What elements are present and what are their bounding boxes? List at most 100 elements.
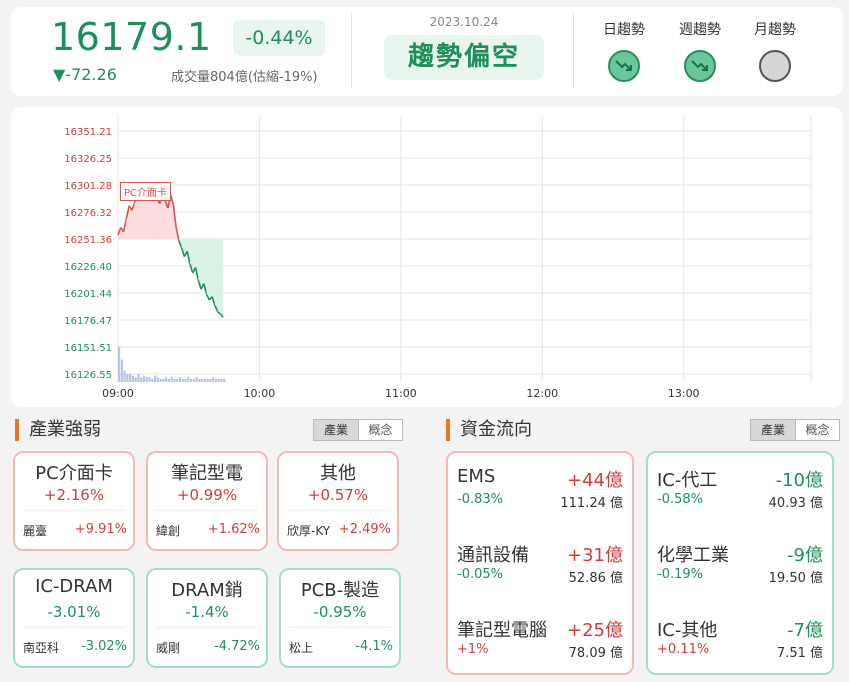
chart-annotation: PC介面卡 xyxy=(120,182,172,201)
monthly-trend-label: 月趨勢 xyxy=(754,22,796,38)
volume-bar xyxy=(165,377,168,382)
volume-bar xyxy=(142,375,146,382)
volume-bar xyxy=(190,378,193,382)
fund-pct: +1% xyxy=(457,642,489,657)
divider xyxy=(287,510,389,511)
volume-bar xyxy=(126,374,129,382)
leading-stock-name: 麗臺 xyxy=(23,524,48,538)
weekly-trend[interactable]: 週趨勢 xyxy=(670,19,730,82)
fund-amount: +25億 xyxy=(567,620,623,641)
volume-bar xyxy=(154,375,157,382)
volume-bar xyxy=(217,378,220,382)
volume-bar xyxy=(137,374,140,382)
fund-industry-name: IC-其他 xyxy=(657,620,718,641)
volume-bar xyxy=(162,378,165,382)
industry-card[interactable]: 其他 +0.57% 欣厚-KY +2.49% xyxy=(277,451,399,551)
fund-row[interactable]: IC-其他 -7億 +0.11% 7.51 億 xyxy=(648,616,832,676)
leading-stock-name: 南亞科 xyxy=(23,641,60,655)
y-tick-label: 16251.36 xyxy=(64,235,112,246)
fund-pct: -0.05% xyxy=(457,567,503,582)
price-area xyxy=(148,195,152,240)
fund-turnover: 52.86 億 xyxy=(568,571,623,586)
price-area xyxy=(162,197,166,240)
industry-tabs: 產業 概念 xyxy=(313,419,403,441)
neutral-circle-icon xyxy=(759,50,791,82)
industry-card[interactable]: IC-DRAM -3.01% 南亞科 -3.02% xyxy=(13,568,135,668)
volume-bar xyxy=(203,378,207,382)
volume-bar xyxy=(209,378,212,382)
price-area xyxy=(220,239,224,318)
industry-card[interactable]: PC介面卡 +2.16% 麗臺 +9.91% xyxy=(13,451,135,551)
volume-bar xyxy=(118,346,121,382)
x-tick-label: 10:00 xyxy=(244,387,276,400)
fund-amount: +44億 xyxy=(567,470,623,491)
y-tick-label: 16351.21 xyxy=(64,127,112,138)
industry-pct: +0.99% xyxy=(176,486,238,504)
divider xyxy=(156,510,258,511)
volume-bar xyxy=(151,378,154,382)
fund-inflow-panel: EMS +44億 -0.83% 111.24 億 通訊設備 +31億 -0.05… xyxy=(446,451,634,675)
leading-stock-pct: +9.91% xyxy=(74,522,127,537)
trade-volume: 成交量804億(估縮-19%) xyxy=(171,70,318,85)
volume-bar xyxy=(123,370,126,382)
fund-tabs: 產業 概念 xyxy=(750,419,840,441)
tab-industry[interactable]: 產業 xyxy=(314,420,358,440)
fund-pct: -0.19% xyxy=(657,567,703,582)
leading-stock-name: 松上 xyxy=(289,641,314,655)
fund-turnover: 111.24 億 xyxy=(560,496,623,511)
fund-row[interactable]: 通訊設備 +31億 -0.05% 52.86 億 xyxy=(448,541,632,601)
volume-bar xyxy=(198,378,201,382)
volume-bar xyxy=(212,377,215,382)
divider xyxy=(23,510,125,511)
intraday-chart[interactable]: 16351.21 16326.25 16301.28 16276.32 16251.36… xyxy=(11,107,843,407)
tab-industry[interactable]: 產業 xyxy=(751,420,795,440)
leading-stock-pct: -4.1% xyxy=(355,639,393,654)
price-area xyxy=(212,239,215,306)
volume-bar xyxy=(176,378,179,382)
volume-bar xyxy=(173,378,176,382)
x-tick-label: 11:00 xyxy=(385,387,417,400)
trend-label: 趨勢偏空 xyxy=(384,35,544,80)
industry-name: PCB-製造 xyxy=(300,580,380,601)
industry-card[interactable]: 筆記型電 +0.99% 緯創 +1.62% xyxy=(146,451,268,551)
leading-stock-pct: -4.72% xyxy=(214,639,260,654)
volume-bar xyxy=(140,377,143,382)
volume-bar xyxy=(145,377,148,382)
fund-pct: +0.11% xyxy=(657,642,710,657)
industry-card[interactable]: PCB-製造 -0.95% 松上 -4.1% xyxy=(279,568,401,668)
leading-stock-name: 威剛 xyxy=(156,641,181,655)
price-area xyxy=(214,239,218,312)
y-tick-label: 16176.47 xyxy=(64,316,112,327)
divider xyxy=(289,627,391,628)
fund-industry-name: IC-代工 xyxy=(657,470,718,491)
volume-bar xyxy=(195,377,198,382)
monthly-trend[interactable]: 月趨勢 xyxy=(745,19,805,82)
tab-concept[interactable]: 概念 xyxy=(358,420,402,440)
fund-amount: -7億 xyxy=(787,620,823,641)
daily-trend[interactable]: 日趨勢 xyxy=(594,19,654,82)
industry-card[interactable]: DRAM銷 -1.4% 威剛 -4.72% xyxy=(146,568,268,668)
industry-pct: -3.01% xyxy=(47,603,101,621)
fund-row[interactable]: 筆記型電腦 +25億 +1% 78.09 億 xyxy=(448,616,632,676)
industry-strength-title: 產業強弱 xyxy=(15,419,101,441)
industry-name: 其他 xyxy=(320,463,356,484)
fund-amount: -10億 xyxy=(775,470,823,491)
price-area xyxy=(145,195,149,240)
fund-row[interactable]: IC-代工 -10億 -0.58% 40.93 億 xyxy=(648,466,832,526)
leading-stock-name: 欣厚-KY xyxy=(287,524,331,538)
weekly-trend-label: 週趨勢 xyxy=(679,22,721,38)
tab-concept[interactable]: 概念 xyxy=(795,420,839,440)
y-tick-label: 16326.25 xyxy=(64,154,112,165)
volume-bar xyxy=(167,378,171,382)
industry-pct: -1.4% xyxy=(185,603,229,621)
y-tick-label: 16201.44 xyxy=(64,289,112,300)
fund-row[interactable]: 化學工業 -9億 -0.19% 19.50 億 xyxy=(648,541,832,601)
industry-name: IC-DRAM xyxy=(35,576,113,597)
industry-pct: +0.57% xyxy=(307,486,369,504)
fund-amount: -9億 xyxy=(787,545,823,566)
fund-turnover: 40.93 億 xyxy=(768,496,823,511)
market-summary-panel: 16179.1 -0.44% ▼-72.26 成交量804億(估縮-19%) 2… xyxy=(11,7,843,96)
fund-row[interactable]: EMS +44億 -0.83% 111.24 億 xyxy=(448,466,632,526)
trend-date: 2023.10.24 xyxy=(429,15,499,29)
index-value: 16179.1 xyxy=(51,15,212,59)
